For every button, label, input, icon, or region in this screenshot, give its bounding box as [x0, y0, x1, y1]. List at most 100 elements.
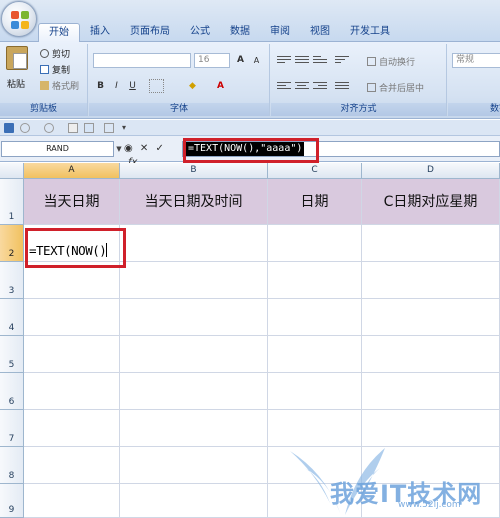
- number-format-select[interactable]: 常规: [452, 53, 500, 68]
- cell-d6[interactable]: [362, 373, 500, 410]
- font-group-label: 字体: [89, 103, 269, 116]
- shrink-font-button[interactable]: A: [249, 53, 264, 67]
- office-button[interactable]: [1, 1, 37, 37]
- align-left-icon[interactable]: [277, 80, 291, 92]
- wrap-text-button[interactable]: 自动换行: [367, 55, 415, 68]
- tab-developer[interactable]: 开发工具: [340, 23, 400, 42]
- grow-font-button[interactable]: A: [233, 53, 248, 67]
- row-header-6[interactable]: 6: [0, 373, 24, 410]
- cell-c6[interactable]: [268, 373, 362, 410]
- cell-a9[interactable]: [24, 484, 120, 518]
- tab-page-layout[interactable]: 页面布局: [120, 23, 180, 42]
- cell-b6[interactable]: [120, 373, 268, 410]
- cell-b2[interactable]: [120, 225, 268, 262]
- column-header-c[interactable]: C: [268, 163, 362, 179]
- cell-c2[interactable]: [268, 225, 362, 262]
- cell-a8[interactable]: [24, 447, 120, 484]
- cell-c3[interactable]: [268, 262, 362, 299]
- format-painter-button[interactable]: 格式刷: [40, 79, 79, 92]
- clipboard-group: 粘贴 剪切 复制 格式刷 剪贴板: [0, 44, 88, 116]
- borders-icon[interactable]: [149, 79, 164, 93]
- cell-b3[interactable]: [120, 262, 268, 299]
- cell-b5[interactable]: [120, 336, 268, 373]
- paste-icon[interactable]: [6, 46, 28, 70]
- row-header-1[interactable]: 1: [0, 179, 24, 225]
- cell-a7[interactable]: [24, 410, 120, 447]
- name-box-dropdown-icon[interactable]: ▼: [114, 141, 124, 157]
- watermark-url: www.52ij.com: [398, 500, 461, 510]
- cell-c7[interactable]: [268, 410, 362, 447]
- align-middle-icon[interactable]: [295, 54, 309, 66]
- row-header-9[interactable]: 9: [0, 484, 24, 518]
- cell-b7[interactable]: [120, 410, 268, 447]
- paste-button[interactable]: 粘贴: [7, 77, 25, 90]
- column-header-b[interactable]: B: [120, 163, 268, 179]
- cell-c1[interactable]: 日期: [268, 179, 362, 225]
- orientation-icon[interactable]: [335, 54, 349, 66]
- row-header-3[interactable]: 3: [0, 262, 24, 299]
- row-header-7[interactable]: 7: [0, 410, 24, 447]
- new-file-icon[interactable]: [68, 123, 78, 133]
- tab-home[interactable]: 开始: [38, 23, 80, 42]
- tab-insert[interactable]: 插入: [80, 23, 120, 42]
- row-header-2[interactable]: 2: [0, 225, 24, 262]
- tab-view[interactable]: 视图: [300, 23, 340, 42]
- cell-c5[interactable]: [268, 336, 362, 373]
- font-color-button[interactable]: A: [213, 79, 228, 93]
- enter-icon[interactable]: ✓: [156, 143, 164, 154]
- copy-button[interactable]: 复制: [40, 63, 70, 76]
- expand-icon[interactable]: ◉: [124, 143, 133, 154]
- font-family-select[interactable]: [93, 53, 191, 68]
- bold-button[interactable]: B: [93, 79, 108, 93]
- undo-icon[interactable]: [20, 123, 30, 133]
- formula-highlight-box: [183, 138, 319, 163]
- italic-button[interactable]: I: [109, 79, 124, 93]
- align-top-icon[interactable]: [277, 54, 291, 66]
- row-number: 8: [8, 471, 15, 481]
- cell-a5[interactable]: [24, 336, 120, 373]
- name-box[interactable]: RAND: [1, 141, 114, 157]
- print-icon[interactable]: [104, 123, 114, 133]
- cell-a6[interactable]: [24, 373, 120, 410]
- align-right-icon[interactable]: [313, 80, 327, 92]
- cell-b4[interactable]: [120, 299, 268, 336]
- cell-d3[interactable]: [362, 262, 500, 299]
- cell-d2[interactable]: [362, 225, 500, 262]
- cut-button[interactable]: 剪切: [40, 47, 70, 60]
- tab-review[interactable]: 审阅: [260, 23, 300, 42]
- cell-d7[interactable]: [362, 410, 500, 447]
- cell-a1[interactable]: 当天日期: [24, 179, 120, 225]
- cell-d5[interactable]: [362, 336, 500, 373]
- underline-button[interactable]: U: [125, 79, 140, 93]
- preview-icon[interactable]: [84, 123, 94, 133]
- redo-icon[interactable]: [44, 123, 54, 133]
- tab-data[interactable]: 数据: [220, 23, 260, 42]
- row-header-8[interactable]: 8: [0, 447, 24, 484]
- wrap-text-label: 自动换行: [379, 58, 416, 68]
- column-header-a[interactable]: A: [24, 163, 120, 179]
- cancel-icon[interactable]: ✕: [140, 143, 148, 154]
- select-all-corner[interactable]: [0, 163, 24, 179]
- font-size-select[interactable]: 16: [194, 53, 230, 68]
- fill-color-icon[interactable]: ◆: [185, 79, 200, 93]
- ribbon: 粘贴 剪切 复制 格式刷 剪贴板 16 A A B I U ◆ A 字体 自动换…: [0, 42, 500, 119]
- align-center-icon[interactable]: [295, 80, 309, 92]
- cell-d1[interactable]: C日期对应星期: [362, 179, 500, 225]
- indent-icon[interactable]: [335, 80, 349, 92]
- row-header-5[interactable]: 5: [0, 336, 24, 373]
- cell-b1[interactable]: 当天日期及时间: [120, 179, 268, 225]
- tab-formulas[interactable]: 公式: [180, 23, 220, 42]
- cell-d4[interactable]: [362, 299, 500, 336]
- row-header-4[interactable]: 4: [0, 299, 24, 336]
- cell-b9[interactable]: [120, 484, 268, 518]
- align-bottom-icon[interactable]: [313, 54, 327, 66]
- cell-c4[interactable]: [268, 299, 362, 336]
- cell-b8[interactable]: [120, 447, 268, 484]
- column-header-d[interactable]: D: [362, 163, 500, 179]
- cell-a4[interactable]: [24, 299, 120, 336]
- formula-buttons: ◉ ✕ ✓ fx: [124, 142, 179, 168]
- save-icon[interactable]: [4, 123, 14, 133]
- customize-qat-icon[interactable]: ▾: [122, 123, 132, 133]
- cell-highlight-box: [25, 228, 126, 268]
- merge-center-button[interactable]: 合并后居中: [367, 81, 424, 94]
